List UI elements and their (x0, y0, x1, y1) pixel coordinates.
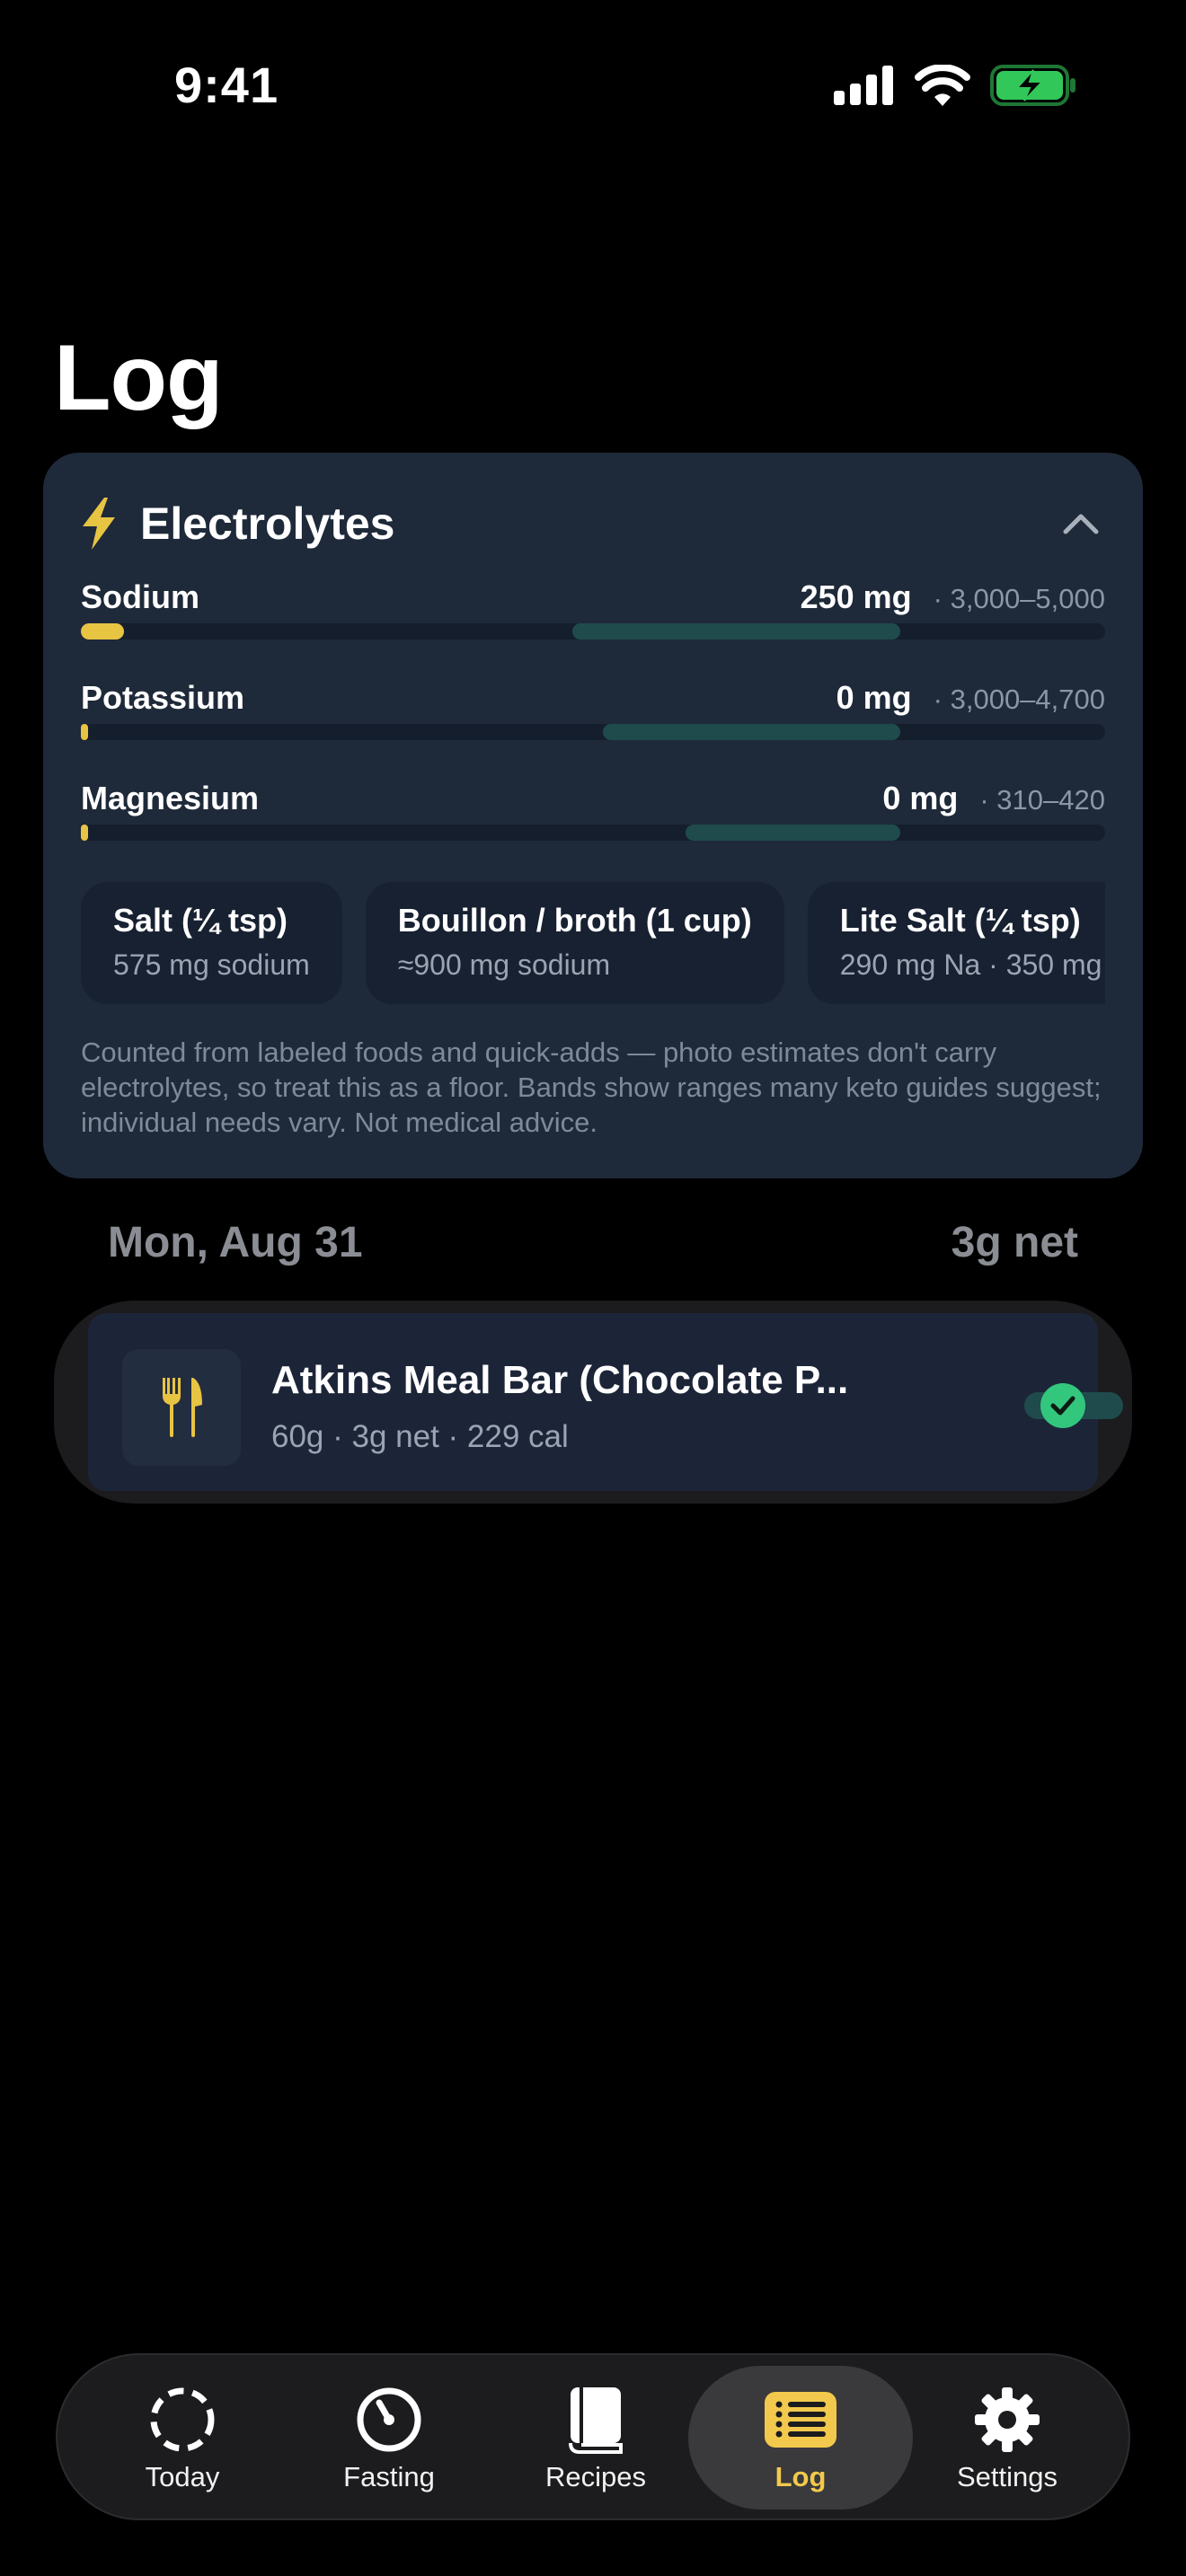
target-band (685, 825, 900, 841)
electrolytes-header[interactable]: Electrolytes (81, 492, 1105, 555)
tab-settings[interactable]: Settings (895, 2366, 1120, 2510)
chip-title: Bouillon / broth (1 cup) (397, 902, 752, 939)
tab-label: Recipes (545, 2461, 646, 2492)
timer-icon (356, 2386, 422, 2454)
chip-subtitle: 575 mg sodium (113, 948, 310, 981)
chip-title: Lite Salt (¼ tsp) (839, 902, 1081, 939)
battery-charging-icon (990, 65, 1075, 106)
log-entry-container: Atkins Meal Bar (Chocolate P... 60g · 3g… (54, 1301, 1132, 1504)
row-range: · 310–420 (979, 784, 1105, 816)
electrolyte-row-sodium: Sodium 250 mg · 3,000–5,000 (81, 578, 1105, 659)
row-value: 0 mg (836, 679, 912, 716)
progress-track (81, 623, 1105, 640)
chip-subtitle: 290 mg Na · 350 mg K (839, 948, 1105, 981)
progress-fill (81, 825, 88, 841)
day-net-total: 3g net (951, 1219, 1078, 1266)
target-band (603, 724, 900, 740)
chip-title: Salt (¼ tsp) (113, 902, 288, 939)
entry-meta: 60g · 3g net · 229 cal (271, 1419, 569, 1454)
wifi-icon (915, 65, 970, 106)
progress-track (81, 825, 1105, 841)
status-icons (834, 65, 1076, 106)
quick-add-scroller[interactable]: Salt (¼ tsp) 575 mg sodium Bouillon / br… (81, 882, 1105, 1006)
checkmark-icon (1040, 1383, 1085, 1428)
day-date: Mon, Aug 31 (108, 1219, 363, 1266)
tab-recipes[interactable]: Recipes (483, 2366, 708, 2510)
quick-add-salt[interactable]: Salt (¼ tsp) 575 mg sodium (81, 882, 342, 1004)
tab-bar: Today Fasting Recipes Log Settings (56, 2353, 1130, 2520)
quick-add-lite-salt[interactable]: Lite Salt (¼ tsp) 290 mg Na · 350 mg K (807, 882, 1105, 1004)
entry-name: Atkins Meal Bar (Chocolate P... (271, 1358, 849, 1402)
tab-fasting[interactable]: Fasting (277, 2366, 501, 2510)
electrolytes-disclaimer: Counted from labeled foods and quick-add… (81, 1037, 1102, 1138)
gear-icon (973, 2386, 1041, 2454)
tab-today[interactable]: Today (70, 2366, 295, 2510)
target-band (572, 623, 900, 640)
page-title: Log (54, 326, 224, 430)
electrolytes-title: Electrolytes (140, 498, 395, 549)
tab-label: Fasting (343, 2461, 435, 2492)
quick-add-bouillon[interactable]: Bouillon / broth (1 cup) ≈900 mg sodium (365, 882, 784, 1004)
row-value: 0 mg (882, 780, 959, 816)
tab-log[interactable]: Log (688, 2366, 913, 2510)
log-entry[interactable]: Atkins Meal Bar (Chocolate P... 60g · 3g… (88, 1313, 1123, 1491)
row-range: · 3,000–5,000 (933, 583, 1105, 614)
row-name: Potassium (81, 679, 245, 716)
row-name: Sodium (81, 578, 199, 615)
tab-label: Log (774, 2461, 827, 2492)
electrolyte-row-magnesium: Magnesium 0 mg · 310–420 (81, 780, 1105, 860)
day-header: Mon, Aug 31 3g net (108, 1218, 1078, 1267)
status-time: 9:41 (174, 57, 279, 113)
chevron-up-icon[interactable] (1060, 505, 1102, 541)
progress-track (81, 724, 1105, 740)
row-range: · 3,000–4,700 (933, 684, 1105, 715)
book-icon (567, 2386, 624, 2454)
row-value: 250 mg (800, 578, 912, 615)
bolt-icon (83, 498, 115, 550)
entry-toggle[interactable] (1024, 1383, 1123, 1428)
tab-label: Settings (956, 2461, 1058, 2492)
status-bar: 9:41 (0, 0, 1186, 171)
row-name: Magnesium (81, 780, 260, 816)
dashed-circle-icon (149, 2386, 216, 2454)
electrolytes-card: Electrolytes Sodium 250 mg · 3,000–5,000… (43, 453, 1143, 1178)
list-icon (763, 2386, 838, 2454)
chip-subtitle: ≈900 mg sodium (397, 948, 611, 981)
signal-icon (834, 66, 893, 105)
tab-label: Today (145, 2461, 220, 2492)
electrolyte-row-potassium: Potassium 0 mg · 3,000–4,700 (81, 679, 1105, 760)
progress-fill (81, 623, 124, 640)
progress-fill (81, 724, 88, 740)
fork-knife-icon (122, 1349, 241, 1466)
